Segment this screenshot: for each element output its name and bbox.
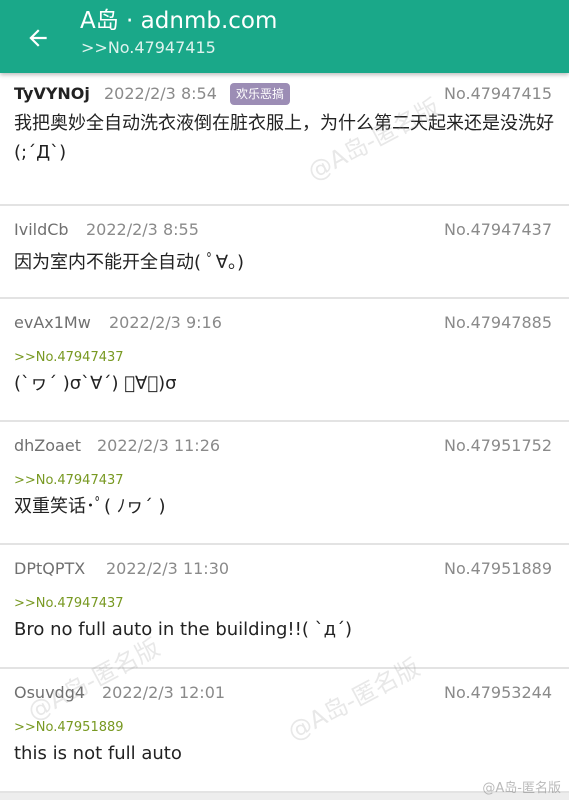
back-button[interactable] — [18, 18, 58, 58]
post-content: Bro no full auto in the building!!( `д´) — [14, 619, 353, 640]
reply-quote-link[interactable]: >>No.47947437 — [0, 595, 569, 613]
post-item: evAx1Mw 2022/2/3 9:16 No.47947885 >>No.4… — [0, 299, 569, 422]
page-title: A岛 · adnmb.com — [80, 8, 278, 34]
reply-quote-link[interactable]: >>No.47951889 — [0, 719, 569, 737]
post-number[interactable]: No.47951889 — [444, 559, 552, 578]
post-content: 因为室内不能开全自动( ﾟ∀。) — [14, 252, 245, 273]
reply-quote-link[interactable]: >>No.47947437 — [0, 349, 569, 367]
post-user-id[interactable]: DPtQPTX — [14, 559, 85, 578]
thread-number: >>No.47947415 — [81, 38, 216, 57]
post-number[interactable]: No.47947415 — [444, 84, 552, 103]
thread-list: TyVYNOj 2022/2/3 8:54 欢乐恶搞 No.47947415 我… — [0, 73, 569, 793]
post-content: 我把奥妙全自动洗衣液倒在脏衣服上，为什么第二天起来还是没洗好(;´Д`) — [14, 113, 554, 163]
post-item: DPtQPTX 2022/2/3 11:30 No.47951889 >>No.… — [0, 545, 569, 669]
post-time: 2022/2/3 11:30 — [106, 559, 230, 578]
post-time: 2022/2/3 8:55 — [86, 220, 199, 239]
app-window: A岛 · adnmb.com >>No.47947415 TyVYNOj 202… — [0, 0, 569, 800]
post-content: 双重笑话･ﾟ( ﾉヮ´ ) — [14, 496, 166, 517]
post-time: 2022/2/3 11:26 — [97, 436, 221, 455]
post-user-id[interactable]: Osuvdg4 — [14, 683, 85, 702]
post-content: this is not full auto — [14, 743, 182, 764]
post-item: TyVYNOj 2022/2/3 8:54 欢乐恶搞 No.47947415 我… — [0, 73, 569, 206]
post-user-id[interactable]: dhZoaet — [14, 436, 81, 455]
back-arrow-icon — [29, 29, 47, 47]
post-time: 2022/2/3 12:01 — [102, 683, 226, 702]
post-content: (`ヮ´ )σ`∀´) ﾟ∀ﾟ)σ — [14, 373, 177, 394]
reply-quote-link[interactable]: >>No.47947437 — [0, 472, 569, 490]
post-time: 2022/2/3 8:54 — [104, 84, 217, 103]
post-item: Osuvdg4 2022/2/3 12:01 No.47953244 >>No.… — [0, 669, 569, 793]
post-user-id[interactable]: TyVYNOj — [14, 84, 90, 103]
post-number[interactable]: No.47953244 — [444, 683, 552, 702]
post-item: dhZoaet 2022/2/3 11:26 No.47951752 >>No.… — [0, 422, 569, 545]
post-number[interactable]: No.47947437 — [444, 220, 552, 239]
post-item: IvildCb 2022/2/3 8:55 No.47947437 因为室内不能… — [0, 206, 569, 299]
post-time: 2022/2/3 9:16 — [109, 313, 222, 332]
post-user-id[interactable]: IvildCb — [14, 220, 69, 239]
top-app-bar: A岛 · adnmb.com >>No.47947415 — [0, 0, 569, 73]
category-tag[interactable]: 欢乐恶搞 — [230, 83, 291, 105]
post-number[interactable]: No.47947885 — [444, 313, 552, 332]
post-user-id[interactable]: evAx1Mw — [14, 313, 91, 332]
post-number[interactable]: No.47951752 — [444, 436, 552, 455]
